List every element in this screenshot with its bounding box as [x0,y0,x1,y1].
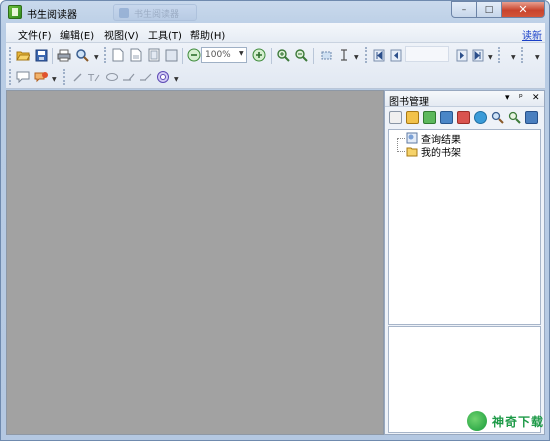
menu-view[interactable]: 视图(V) [104,27,139,42]
comment-icon[interactable] [16,70,30,84]
select-area-icon[interactable] [319,48,333,62]
find-icon[interactable] [75,48,89,62]
tree-connector [397,138,398,152]
toolbar-grip[interactable] [365,47,368,63]
tree-item-label: 我的书架 [421,147,461,159]
folder-icon [406,147,418,156]
svg-text:T: T [87,73,95,83]
pen-icon[interactable] [71,70,85,84]
window-title: 书生阅读器 [27,10,77,21]
library-tree: 查询结果 我的书架 [388,129,541,325]
menu-edit[interactable]: 编辑(E) [60,27,94,42]
text-select-icon[interactable] [337,48,351,62]
annotation-icon[interactable] [34,70,48,84]
info-icon[interactable] [474,111,487,124]
toolbar-grip[interactable] [521,47,524,63]
single-page-icon[interactable] [111,48,125,62]
fit-page-icon[interactable] [147,48,161,62]
delete-icon[interactable] [457,111,470,124]
magnify-minus-icon[interactable] [294,48,308,62]
toolbar-overflow-icon[interactable]: ▼ [488,53,494,63]
ellipse-icon[interactable] [105,70,119,84]
tree-connector [397,138,405,139]
fit-width-icon[interactable] [164,48,178,62]
sync-icon[interactable] [525,111,538,124]
chevron-down-icon[interactable]: ▼ [239,50,244,57]
close-button[interactable]: ✕ [502,1,545,18]
menu-help[interactable]: 帮助(H) [190,27,225,42]
open-folder-icon[interactable] [16,48,30,62]
menu-bar: 文件(F) 编辑(E) 视图(V) 工具(T) 帮助(H) 读新 [6,23,545,43]
app-window: 书生阅读器 书生阅读器 – □ ✕ 文件(F) 编辑(E) 视图(V) 工具(T… [0,0,550,441]
minimize-button[interactable]: – [451,1,477,18]
tree-connector [397,151,405,152]
panel-title: 图书管理 [389,97,429,108]
toolbar-grip[interactable] [9,47,12,63]
zoom-in-circle-icon[interactable] [252,48,266,62]
highlight-icon[interactable] [122,70,136,84]
print-icon[interactable] [57,48,71,62]
page-number-input[interactable] [405,46,449,62]
search-results-icon [406,132,418,144]
tree-item-search-results[interactable]: 查询结果 [406,132,461,146]
title-bar: 书生阅读器 书生阅读器 – □ ✕ [1,1,549,23]
document-view[interactable] [6,90,384,435]
continuous-page-icon[interactable] [129,48,143,62]
ghost-tab-icon [119,8,129,18]
toolbar-overflow-icon[interactable]: ▼ [174,75,180,85]
toolbar-overflow-icon[interactable]: ▼ [511,53,517,63]
toolbar-overflow-icon[interactable]: ▼ [535,53,541,63]
new-shelf-icon[interactable] [389,111,402,124]
panel-close-icon[interactable]: ✕ [532,93,540,103]
toolbar-separator [313,48,314,64]
watermark-text: 神奇下载 [492,414,545,429]
ghost-tab-label: 书生阅读器 [134,10,180,20]
toolbar-grip[interactable] [104,47,107,63]
library-panel: 图书管理 ▾ ᵖ ✕ 查询结果 我的书架 [384,90,545,435]
pin-icon[interactable]: ᵖ [519,93,523,103]
panel-toolbar [385,108,544,128]
menu-tools[interactable]: 工具(T) [148,27,182,42]
toolbar-grip[interactable] [9,69,12,85]
save-icon[interactable] [34,48,48,62]
next-page-icon[interactable] [455,48,469,62]
stamp-icon[interactable] [156,70,170,84]
watermark-logo-icon [467,411,487,431]
advanced-search-icon[interactable] [508,111,521,124]
tree-item-my-bookshelf[interactable]: 我的书架 [406,145,461,159]
toolbar-grip[interactable] [63,69,66,85]
text-annotation-icon[interactable]: T [87,70,101,84]
search-icon[interactable] [491,111,504,124]
maximize-button[interactable]: □ [477,1,502,18]
panel-header: 图书管理 ▾ ᵖ ✕ [385,91,544,108]
toolbar-grip[interactable] [498,47,501,63]
import-book-icon[interactable] [423,111,436,124]
first-page-icon[interactable] [372,48,386,62]
menu-file[interactable]: 文件(F) [18,27,52,42]
window-controls: – □ ✕ [451,1,545,19]
magnify-plus-icon[interactable] [276,48,290,62]
site-watermark: 神奇下载 [467,411,544,431]
last-page-icon[interactable] [471,48,485,62]
toolbar-overflow-icon[interactable]: ▼ [52,75,58,85]
panel-menu-icon[interactable]: ▾ [505,93,510,103]
ghost-window-tab: 书生阅读器 [113,4,197,21]
toolbar-separator [52,48,53,64]
open-folder-icon[interactable] [406,111,419,124]
underline-icon[interactable] [139,70,153,84]
app-logo-icon [8,5,22,19]
zoom-out-circle-icon[interactable] [187,48,201,62]
reading-link[interactable]: 读新 [522,27,542,42]
previous-page-icon[interactable] [389,48,403,62]
toolbar-separator [271,48,272,64]
toolbar-overflow-icon[interactable]: ▼ [354,53,360,63]
toolbar-separator [182,48,183,64]
toolbar-overflow-icon[interactable]: ▼ [94,53,100,63]
download-icon[interactable] [440,111,453,124]
